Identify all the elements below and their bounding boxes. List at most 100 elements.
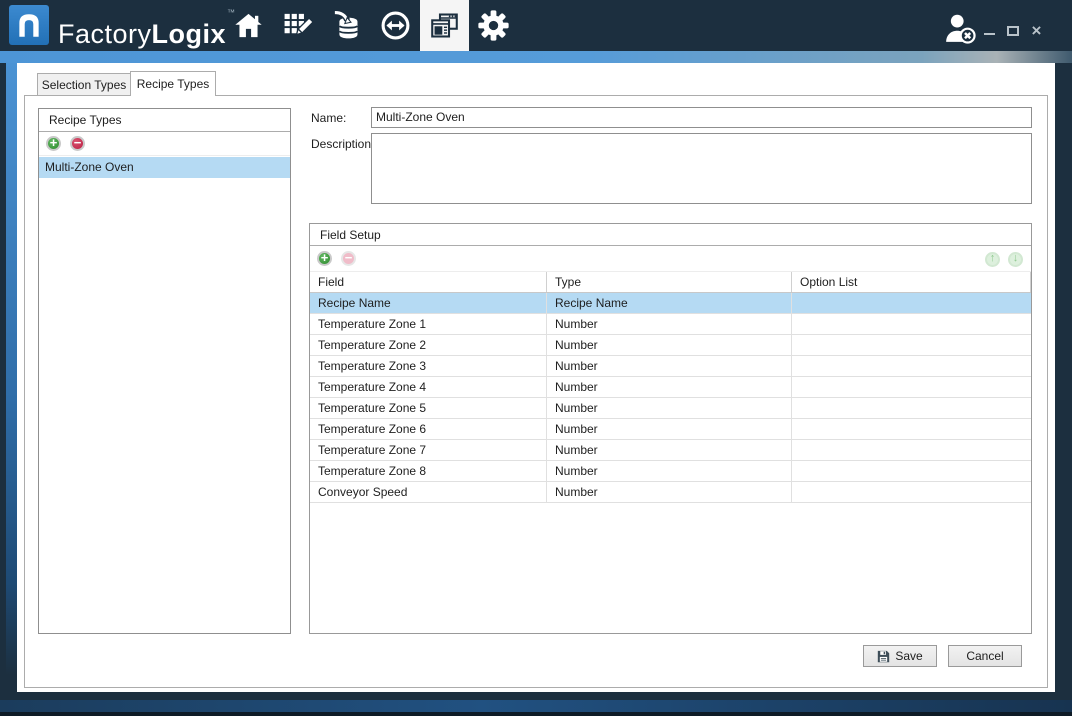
field-setup-group: Field Setup + − ↑ ↓ Field Type Option Li… <box>309 223 1032 634</box>
save-floppy-icon <box>877 650 890 663</box>
cell-field: Temperature Zone 7 <box>310 440 547 460</box>
cell-field: Temperature Zone 3 <box>310 356 547 376</box>
cell-type: Number <box>547 482 792 502</box>
cell-option-list <box>792 461 1031 481</box>
cell-field: Temperature Zone 4 <box>310 377 547 397</box>
grid-rows: Recipe Name Recipe Name Temperature Zone… <box>310 293 1031 503</box>
brand-regular: Factory <box>58 19 152 49</box>
move-field-down-button[interactable]: ↓ <box>1008 252 1023 267</box>
cell-option-list <box>792 377 1031 397</box>
database-import-icon <box>331 10 362 41</box>
list-item-label: Multi-Zone Oven <box>45 160 134 174</box>
plus-icon: + <box>321 251 329 264</box>
titlebar: FactoryLogix™ <box>0 0 1072 51</box>
column-header-type[interactable]: Type <box>547 272 792 292</box>
close-button[interactable]: × <box>1030 24 1043 37</box>
table-row[interactable]: Temperature Zone 5 Number <box>310 398 1031 419</box>
window-controls: × <box>984 24 1043 37</box>
name-label: Name: <box>311 111 346 125</box>
maximize-button[interactable] <box>1007 26 1019 36</box>
accent-strip-top <box>0 51 1072 63</box>
cell-option-list <box>792 440 1031 460</box>
arrow-down-icon: ↓ <box>1013 253 1019 264</box>
description-label: Description: <box>311 137 374 151</box>
logo-n-icon <box>14 10 44 40</box>
field-setup-toolbar: + − ↑ ↓ <box>310 246 1031 272</box>
table-row[interactable]: Temperature Zone 1 Number <box>310 314 1031 335</box>
nav-grid-edit-button[interactable] <box>273 0 322 51</box>
user-logout-icon <box>942 11 978 45</box>
brand-bold: Logix <box>152 19 227 49</box>
table-row[interactable]: Temperature Zone 7 Number <box>310 440 1031 461</box>
grid-edit-icon <box>282 10 313 41</box>
cancel-button-label: Cancel <box>966 649 1003 663</box>
cell-option-list <box>792 335 1031 355</box>
tab-recipe-types[interactable]: Recipe Types <box>130 71 216 96</box>
accent-strip-left <box>6 63 17 675</box>
remove-recipe-type-button[interactable]: − <box>70 136 85 151</box>
tab-selection-types[interactable]: Selection Types <box>37 73 131 95</box>
cell-type: Number <box>547 356 792 376</box>
recipe-types-toolbar: + − <box>39 132 290 156</box>
nav-forms-button[interactable] <box>420 0 469 51</box>
table-row[interactable]: Conveyor Speed Number <box>310 482 1031 503</box>
nav-settings-button[interactable] <box>469 0 518 51</box>
app-window: FactoryLogix™ <box>0 0 1072 716</box>
table-row[interactable]: Temperature Zone 6 Number <box>310 419 1031 440</box>
save-button-label: Save <box>895 649 922 663</box>
user-logout-button[interactable] <box>940 10 980 46</box>
table-row[interactable]: Temperature Zone 4 Number <box>310 377 1031 398</box>
table-row[interactable]: Temperature Zone 2 Number <box>310 335 1031 356</box>
list-item[interactable]: Multi-Zone Oven <box>39 157 290 178</box>
field-move-buttons: ↑ ↓ <box>985 246 1023 272</box>
column-header-field[interactable]: Field <box>310 272 547 292</box>
description-input[interactable] <box>371 133 1032 204</box>
cell-field: Temperature Zone 2 <box>310 335 547 355</box>
minimize-button[interactable] <box>984 26 995 35</box>
cell-option-list <box>792 293 1031 313</box>
recipe-types-list: Multi-Zone Oven <box>39 157 290 633</box>
cell-type: Number <box>547 314 792 334</box>
field-setup-header: Field Setup <box>310 224 1031 246</box>
remove-field-button[interactable]: − <box>341 251 356 266</box>
cell-field: Conveyor Speed <box>310 482 547 502</box>
forms-icon <box>429 10 460 41</box>
cell-type: Recipe Name <box>547 293 792 313</box>
move-field-up-button[interactable]: ↑ <box>985 252 1000 267</box>
cell-type: Number <box>547 419 792 439</box>
nav-home-button[interactable] <box>224 0 273 51</box>
nav-database-import-button[interactable] <box>322 0 371 51</box>
cell-field: Temperature Zone 6 <box>310 419 547 439</box>
settings-gear-icon <box>477 9 510 42</box>
cell-option-list <box>792 314 1031 334</box>
cell-field: Temperature Zone 8 <box>310 461 547 481</box>
cancel-button[interactable]: Cancel <box>948 645 1022 667</box>
brand-title: FactoryLogix™ <box>58 8 236 50</box>
field-setup-grid: Field Type Option List Recipe Name Recip… <box>310 272 1031 633</box>
table-row[interactable]: Temperature Zone 8 Number <box>310 461 1031 482</box>
cell-type: Number <box>547 440 792 460</box>
table-row[interactable]: Recipe Name Recipe Name <box>310 293 1031 314</box>
column-header-option-list[interactable]: Option List <box>792 272 1031 292</box>
cell-option-list <box>792 482 1031 502</box>
recipe-types-list-header: Recipe Types <box>39 109 290 132</box>
recipe-types-listbox: Recipe Types + − Multi-Zone Oven <box>38 108 291 634</box>
add-field-button[interactable]: + <box>317 251 332 266</box>
table-row[interactable]: Temperature Zone 3 Number <box>310 356 1031 377</box>
cell-type: Number <box>547 377 792 397</box>
nav-transfer-button[interactable] <box>371 0 420 51</box>
cell-option-list <box>792 356 1031 376</box>
transfer-icon <box>380 10 411 41</box>
name-input[interactable]: Multi-Zone Oven <box>371 107 1032 128</box>
plus-icon: + <box>50 136 58 149</box>
cell-type: Number <box>547 461 792 481</box>
save-button[interactable]: Save <box>863 645 937 667</box>
cell-field: Recipe Name <box>310 293 547 313</box>
recipe-types-panel: Recipe Types + − Multi-Zone Oven Name: M… <box>24 95 1048 688</box>
bottom-edge <box>0 712 1072 716</box>
cell-option-list <box>792 419 1031 439</box>
app-logo <box>9 5 49 45</box>
arrow-up-icon: ↑ <box>990 253 996 264</box>
add-recipe-type-button[interactable]: + <box>46 136 61 151</box>
accent-strip-bottom <box>0 700 1072 712</box>
